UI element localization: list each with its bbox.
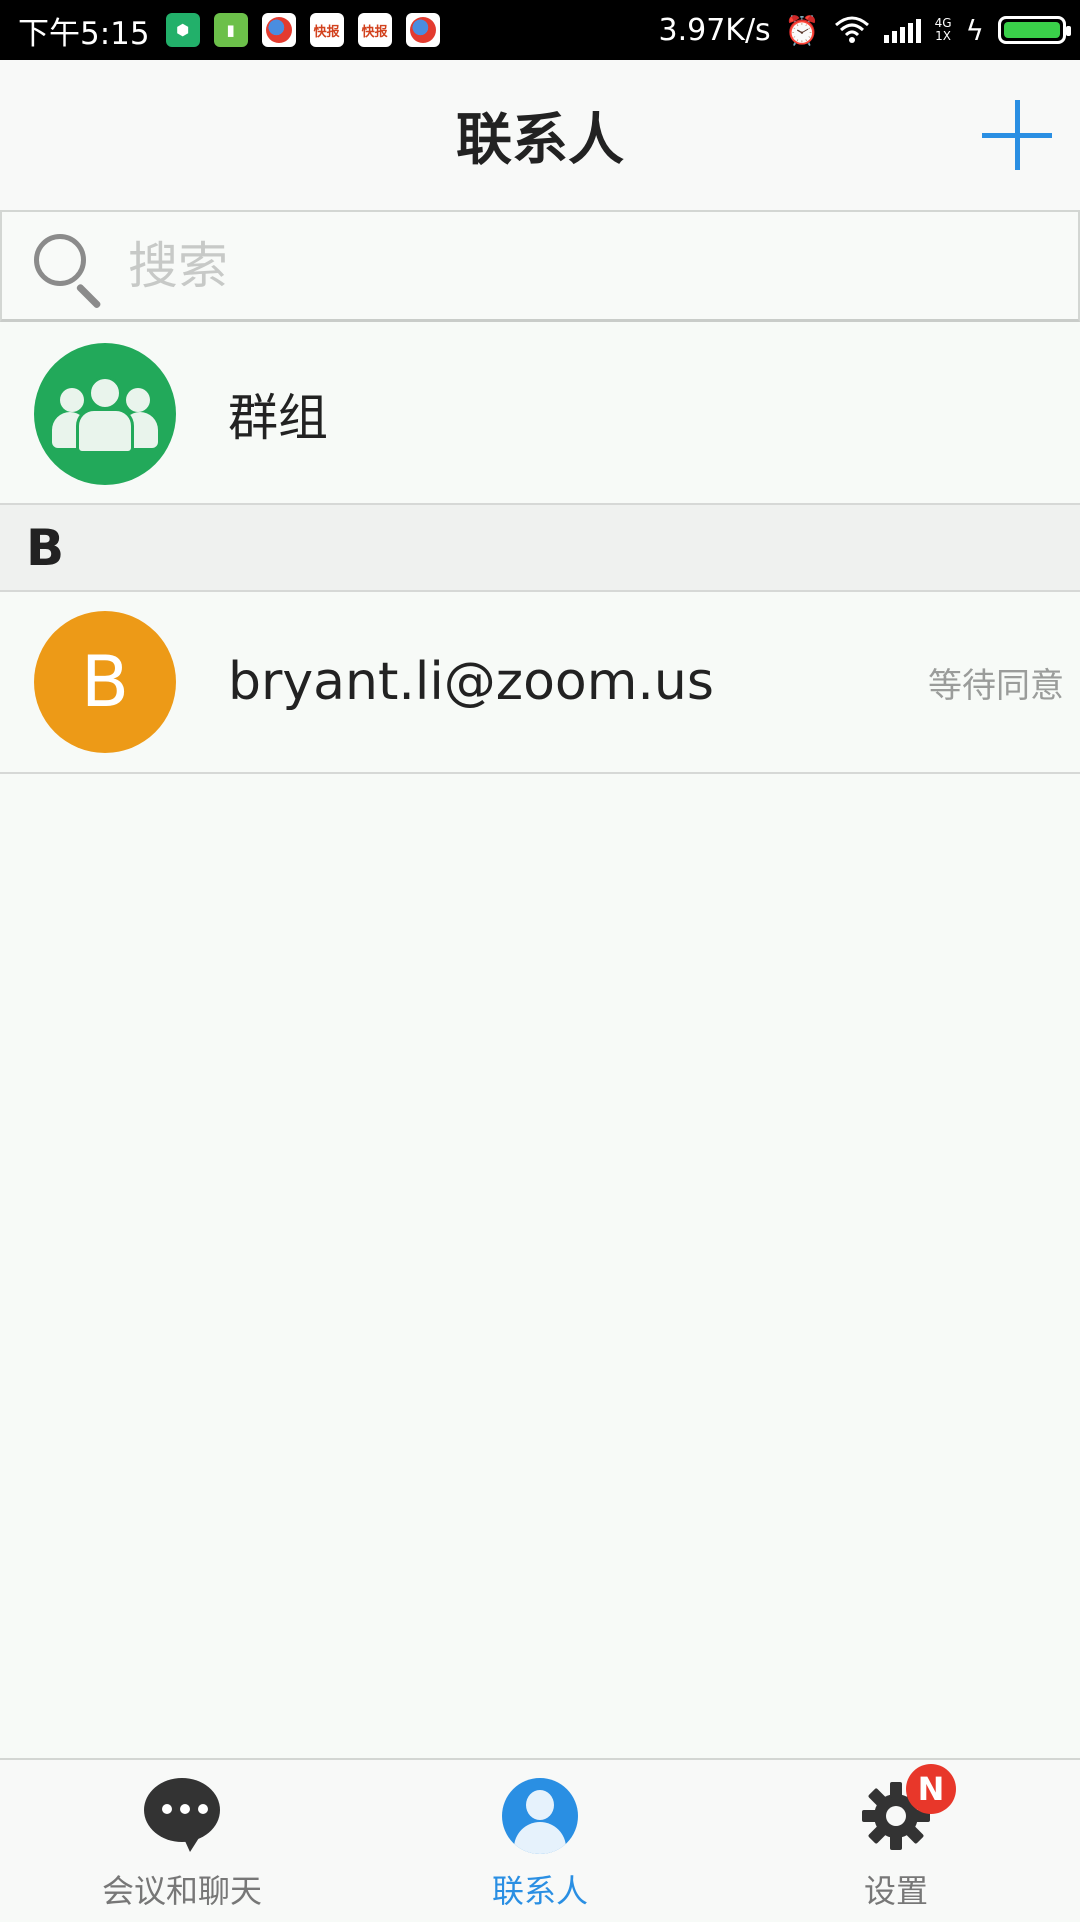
gear-icon: N (856, 1764, 956, 1856)
section-header-b: B (0, 505, 1080, 592)
group-label: 群组 (228, 389, 328, 447)
section-letter: B (26, 518, 65, 577)
network-speed: 3.97K/s (658, 12, 771, 48)
tab-settings[interactable]: N 设置 (746, 1760, 1046, 1922)
news-app-icon: 快报 (309, 13, 344, 47)
search-bar[interactable] (0, 210, 1080, 322)
tab-label: 联系人 (491, 1872, 588, 1910)
contact-person-icon (500, 1776, 580, 1856)
chat-bubble-icon (142, 1776, 222, 1856)
notification-badge: N (906, 1764, 956, 1814)
signal-icon (883, 17, 921, 43)
add-contact-button[interactable] (982, 100, 1052, 170)
contact-email: bryant.li@zoom.us (228, 652, 714, 712)
group-icon (50, 374, 160, 454)
contact-status: 等待同意 (928, 665, 1064, 706)
status-bar: 下午5:15 ⬢ ▮ 快报 快报 3.97K/s ⏰ 4G 1X ϟ (0, 0, 1080, 60)
tab-label: 设置 (863, 1872, 928, 1910)
alarm-icon: ⏰ (784, 13, 820, 47)
notification-icons: ⬢ ▮ 快报 快报 (165, 13, 440, 47)
group-avatar (34, 343, 176, 485)
contact-avatar: B (34, 611, 176, 753)
group-row[interactable]: 群组 (0, 325, 1080, 505)
wifi-icon (834, 16, 869, 43)
page-title: 联系人 (456, 107, 624, 173)
contact-row[interactable]: B bryant.li@zoom.us 等待同意 (0, 592, 1080, 774)
contact-initial: B (80, 641, 130, 723)
sports-app-icon (405, 13, 440, 47)
header-bar: 联系人 (0, 60, 1080, 210)
battery-icon (998, 16, 1071, 44)
network-type-bottom: 1X (935, 29, 951, 43)
security-app-icon: ⬢ (165, 13, 200, 47)
battery-app-icon: ▮ (213, 13, 248, 47)
tab-label: 会议和聊天 (101, 1872, 262, 1910)
charging-icon: ϟ (965, 13, 984, 47)
battery-fill (1004, 22, 1060, 38)
search-input[interactable] (126, 235, 946, 296)
search-icon (32, 226, 112, 309)
network-type: 4G 1X (935, 17, 952, 43)
tab-meetings-chat[interactable]: 会议和聊天 (32, 1760, 332, 1922)
bottom-navigation: 会议和聊天 联系人 N 设置 (0, 1758, 1080, 1920)
status-time: 下午5:15 (18, 15, 150, 52)
sports-app-icon (261, 13, 296, 47)
news-app-icon: 快报 (357, 13, 392, 47)
tab-contacts[interactable]: 联系人 (390, 1760, 690, 1922)
